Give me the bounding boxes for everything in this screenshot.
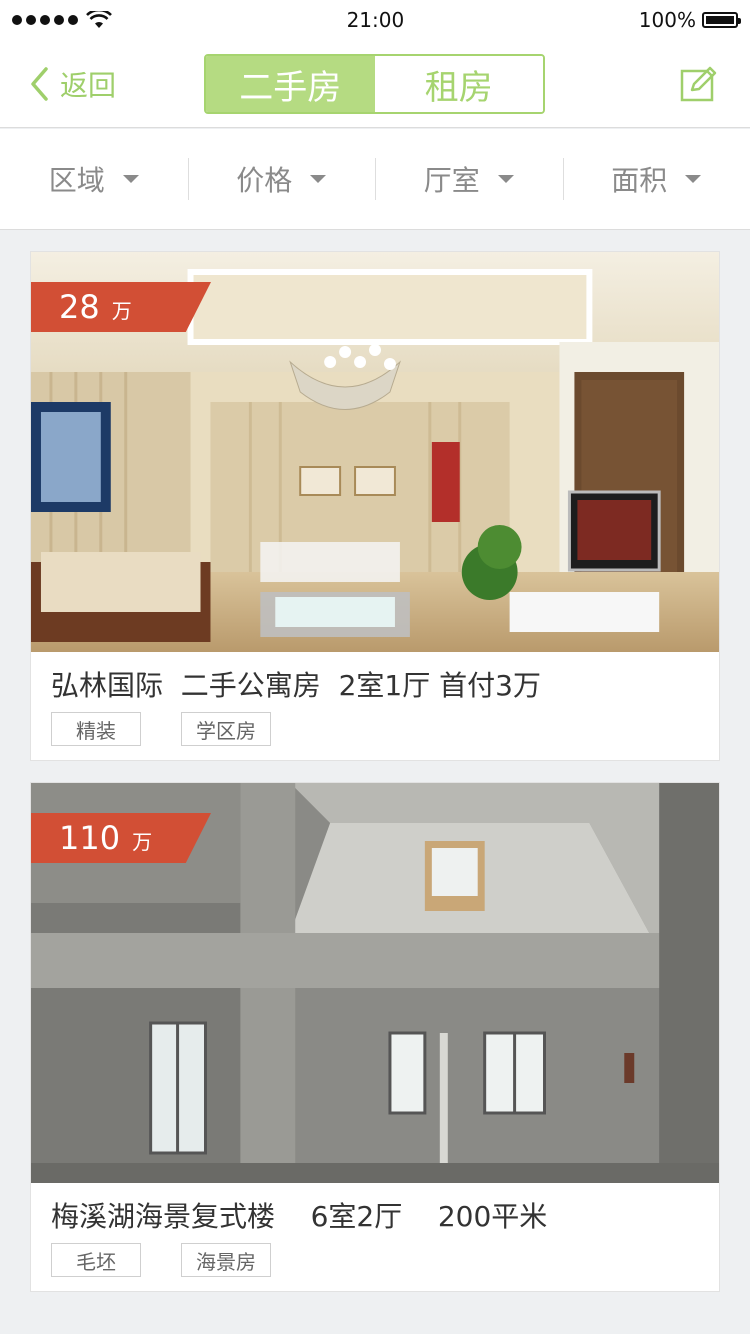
battery-indicator: 100% [638,8,741,32]
back-label: 返回 [60,69,117,102]
filter-label: 区域 [48,164,105,197]
price-tag: 110 万 [31,813,211,863]
price-unit: 万 [111,299,132,323]
tag-list: 毛坯 海景房 [31,1243,719,1293]
battery-percent: 100% [638,8,696,32]
caret-down-icon [122,175,139,183]
tag: 毛坯 [51,1243,141,1277]
listing-type-segmented-control: 二手房 租房 [204,54,545,114]
signal-dot [54,15,64,25]
filter-region[interactable]: 区域 [0,158,188,200]
signal-dot [26,15,36,25]
listing-title: 弘林国际 二手公寓房 2室1厅 首付3万 [51,669,541,702]
back-button[interactable]: 返回 [28,64,116,104]
price-value: 110 [59,819,121,857]
tag-list: 精装 学区房 [31,712,719,762]
filter-label: 面积 [611,164,668,197]
listing-title: 梅溪湖海景复式楼 6室2厅 200平米 [51,1200,548,1233]
listing-card[interactable]: 28 万 弘林国际 二手公寓房 2室1厅 首付3万 精装 学区房 [30,251,720,761]
listing-photo: 110 万 [31,783,719,1183]
wifi-icon [86,11,112,28]
caret-down-icon [310,175,327,183]
filter-rooms[interactable]: 厅室 [375,158,563,200]
filter-label: 价格 [236,164,293,197]
filter-area[interactable]: 面积 [562,158,750,200]
signal-dot [12,15,22,25]
signal-dot [40,15,50,25]
listing-card[interactable]: 110 万 梅溪湖海景复式楼 6室2厅 200平米 毛坯 海景房 [30,782,720,1292]
filter-bar: 区域 价格 厅室 面积 [0,129,750,230]
edit-icon[interactable] [680,66,718,102]
signal-dot [68,15,78,25]
filter-label: 厅室 [423,164,480,197]
listing-photo: 28 万 [31,252,719,652]
tab-second-hand[interactable]: 二手房 [206,56,375,112]
status-bar: 21:00 100% [0,0,750,40]
status-time: 21:00 [346,8,405,32]
caret-down-icon [685,175,702,183]
tab-rent[interactable]: 租房 [374,56,543,112]
battery-icon [701,12,741,28]
tag: 精装 [51,712,141,746]
tag: 海景房 [181,1243,271,1277]
price-tag: 28 万 [31,282,211,332]
nav-bar: 返回 二手房 租房 [0,40,750,128]
chevron-left-icon [31,67,48,101]
price-unit: 万 [132,830,153,854]
caret-down-icon [497,175,514,183]
signal-indicator [12,11,112,29]
tag: 学区房 [181,712,271,746]
price-value: 28 [59,288,100,326]
filter-price[interactable]: 价格 [187,158,376,200]
